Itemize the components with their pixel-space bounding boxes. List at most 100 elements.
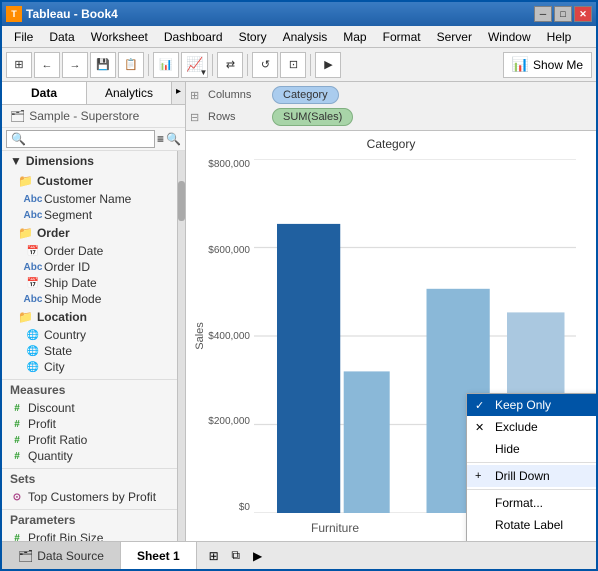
- bottom-bar: 🗂 Data Source Sheet 1 ⊞ ⧉ ▶: [2, 541, 596, 569]
- menu-window[interactable]: Window: [480, 28, 539, 46]
- field-profit-bin-size[interactable]: # Profit Bin Size: [2, 530, 185, 541]
- y-label-0: $0: [239, 502, 250, 513]
- tab-sheet1[interactable]: Sheet 1: [121, 542, 197, 569]
- bottom-icons: ⊞ ⧉ ▶: [197, 547, 275, 565]
- present-icon[interactable]: ▶: [249, 547, 267, 565]
- rows-pill[interactable]: SUM(Sales): [272, 108, 353, 126]
- field-order-id[interactable]: Abc Order ID: [18, 259, 185, 275]
- menu-analysis[interactable]: Analysis: [275, 28, 336, 46]
- dimensions-header[interactable]: ▼ Dimensions: [2, 151, 185, 171]
- toolbar-swap-button[interactable]: ⇄: [217, 52, 243, 78]
- location-fields: 🌐 Country 🌐 State 🌐 City: [2, 327, 185, 375]
- field-segment[interactable]: Abc Segment: [18, 207, 185, 223]
- search-input[interactable]: [26, 133, 86, 145]
- menu-data[interactable]: Data: [41, 28, 82, 46]
- field-label-state: State: [44, 344, 72, 358]
- shelf-area: ⊞ Columns Category ⊟ Rows SUM(Sales): [186, 82, 596, 131]
- check-icon-show-header: ✓: [475, 541, 484, 542]
- sort-icon[interactable]: ≡: [157, 132, 164, 146]
- x-icon-exclude: ✕: [475, 421, 484, 434]
- field-quantity[interactable]: # Quantity: [2, 448, 185, 464]
- abc-icon-order-id: Abc: [26, 260, 40, 274]
- field-label-discount: Discount: [28, 401, 75, 415]
- location-group[interactable]: 📁 Location: [2, 307, 185, 327]
- toolbar-chart2-icon[interactable]: 📈 ▼: [181, 52, 208, 78]
- field-label-profit-bin-size: Profit Bin Size: [28, 531, 103, 541]
- field-profit[interactable]: # Profit: [2, 416, 185, 432]
- order-group[interactable]: 📁 Order: [2, 223, 185, 243]
- toolbar-back-button[interactable]: ←: [34, 52, 60, 78]
- data-source-icon: 🗂: [10, 109, 25, 123]
- field-label-city: City: [44, 360, 65, 374]
- ctx-format[interactable]: Format...: [467, 492, 596, 514]
- data-source-name: Sample - Superstore: [29, 109, 139, 123]
- search-field[interactable]: 🔍: [6, 130, 155, 148]
- columns-grid-icon: ⊞: [190, 89, 204, 102]
- toolbar-auto-button[interactable]: ⊡: [280, 52, 306, 78]
- show-me-icon: 📊: [512, 56, 529, 73]
- ctx-exclude[interactable]: ✕ Exclude: [467, 416, 596, 438]
- ctx-rotate-label[interactable]: Rotate Label: [467, 514, 596, 536]
- maximize-button[interactable]: □: [554, 6, 572, 22]
- ctx-hide[interactable]: Hide: [467, 438, 596, 460]
- field-profit-ratio[interactable]: # Profit Ratio: [2, 432, 185, 448]
- bar-furniture-dark[interactable]: [277, 224, 340, 513]
- dimensions-expand-icon: ▼: [10, 154, 22, 168]
- minimize-button[interactable]: ─: [534, 6, 552, 22]
- menu-server[interactable]: Server: [429, 28, 480, 46]
- panel-tabs: Data Analytics ▸: [2, 82, 185, 105]
- close-button[interactable]: ✕: [574, 6, 592, 22]
- add-sheet-icon[interactable]: ⊞: [205, 547, 223, 565]
- bar-furniture-light[interactable]: [344, 371, 390, 513]
- order-folder-icon: 📁: [18, 226, 33, 240]
- customer-group[interactable]: 📁 Customer: [2, 171, 185, 191]
- show-me-button[interactable]: 📊 Show Me: [503, 52, 592, 78]
- tab-data[interactable]: Data: [2, 82, 87, 104]
- tab-data-source[interactable]: 🗂 Data Source: [2, 542, 121, 569]
- field-top-customers-set[interactable]: ⊙ Top Customers by Profit: [2, 489, 185, 505]
- ctx-label-format: Format...: [495, 496, 543, 510]
- columns-pill[interactable]: Category: [272, 86, 339, 104]
- ctx-show-header[interactable]: ✓ Show Header: [467, 536, 596, 541]
- toolbar-separator-4: [310, 54, 311, 76]
- ctx-label-rotate: Rotate Label: [495, 518, 563, 532]
- field-state[interactable]: 🌐 State: [18, 343, 185, 359]
- filter-icon[interactable]: 🔍: [166, 132, 181, 146]
- scrollbar-thumb[interactable]: [178, 181, 185, 221]
- order-group-label: Order: [37, 226, 70, 240]
- ctx-label-hide: Hide: [495, 442, 520, 456]
- toolbar-save-button[interactable]: 💾: [90, 52, 116, 78]
- menu-map[interactable]: Map: [335, 28, 374, 46]
- toolbar-chart-icon[interactable]: 📊: [153, 52, 179, 78]
- toolbar-present-button[interactable]: ▶: [315, 52, 341, 78]
- toolbar-copy-button[interactable]: 📋: [118, 52, 144, 78]
- menu-story[interactable]: Story: [231, 28, 275, 46]
- toolbar-refresh-button[interactable]: ↺: [252, 52, 278, 78]
- menu-file[interactable]: File: [6, 28, 41, 46]
- toolbar-grid-icon[interactable]: ⊞: [6, 52, 32, 78]
- menu-help[interactable]: Help: [539, 28, 580, 46]
- field-ship-mode[interactable]: Abc Ship Mode: [18, 291, 185, 307]
- tab-analytics[interactable]: Analytics: [87, 82, 172, 104]
- field-city[interactable]: 🌐 City: [18, 359, 185, 375]
- scrollbar[interactable]: [177, 151, 185, 541]
- field-country[interactable]: 🌐 Country: [18, 327, 185, 343]
- field-label-order-id: Order ID: [44, 260, 90, 274]
- panel-arrow[interactable]: ▸: [172, 82, 185, 104]
- menu-dashboard[interactable]: Dashboard: [156, 28, 231, 46]
- toolbar-forward-button[interactable]: →: [62, 52, 88, 78]
- ctx-drill-down[interactable]: + Drill Down: [467, 465, 596, 487]
- customer-folder-icon: 📁: [18, 174, 33, 188]
- field-ship-date[interactable]: 📅 Ship Date: [18, 275, 185, 291]
- dimensions-label: Dimensions: [26, 154, 94, 168]
- field-discount[interactable]: # Discount: [2, 400, 185, 416]
- field-order-date[interactable]: 📅 Order Date: [18, 243, 185, 259]
- ctx-keep-only[interactable]: ✓ Keep Only: [467, 394, 596, 416]
- menu-format[interactable]: Format: [375, 28, 429, 46]
- y-axis: $800,000 $600,000 $400,000 $200,000 $0: [202, 159, 250, 513]
- toolbar-separator-1: [148, 54, 149, 76]
- field-customer-name[interactable]: Abc Customer Name: [18, 191, 185, 207]
- ctx-label-show-header: Show Header: [495, 540, 568, 541]
- menu-worksheet[interactable]: Worksheet: [83, 28, 156, 46]
- duplicate-sheet-icon[interactable]: ⧉: [227, 547, 245, 565]
